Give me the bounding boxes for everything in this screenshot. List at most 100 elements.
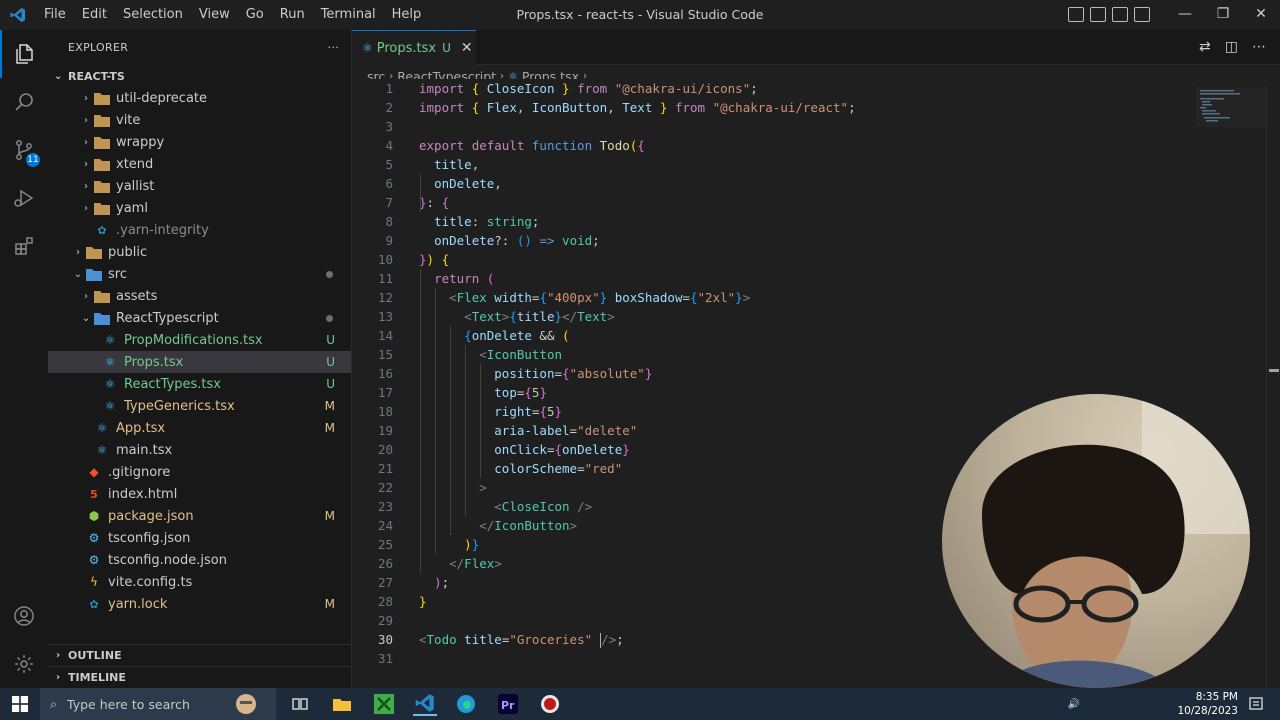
- tab-close-icon[interactable]: ✕: [461, 40, 473, 56]
- explorer-item[interactable]: ✿ yarn.lock M: [48, 593, 351, 615]
- explorer-item[interactable]: › yallist: [48, 175, 351, 197]
- customize-layout-icon[interactable]: [1134, 7, 1150, 22]
- explorer-item[interactable]: ⌄ src: [48, 263, 351, 285]
- explorer-item[interactable]: ⌄ ReactTypescript: [48, 307, 351, 329]
- explorer-item[interactable]: › wrappy: [48, 131, 351, 153]
- menu-file[interactable]: File: [36, 0, 74, 30]
- source-control-icon[interactable]: 11: [0, 126, 48, 174]
- close-window-button[interactable]: ✕: [1242, 0, 1280, 30]
- vscode-taskbar-icon[interactable]: [413, 692, 437, 716]
- workspace-root[interactable]: ⌄ REACT-TS: [48, 65, 351, 87]
- git-status-badge: M: [324, 597, 335, 611]
- explorer-item-label: App.tsx: [116, 420, 166, 436]
- explorer-item[interactable]: ⚛ main.tsx: [48, 439, 351, 461]
- explorer-item[interactable]: 5 index.html: [48, 483, 351, 505]
- explorer-icon[interactable]: [0, 30, 48, 78]
- toggle-panel-icon[interactable]: [1090, 7, 1106, 22]
- explorer-item-label: TypeGenerics.tsx: [124, 398, 235, 414]
- menu-run[interactable]: Run: [272, 0, 313, 30]
- tab-props-tsx[interactable]: ⚛ Props.tsx U ✕: [352, 30, 476, 65]
- open-changes-icon[interactable]: ⇄: [1199, 39, 1211, 55]
- code-line: 1 import { CloseIcon } from "@chakra-ui/i…: [385, 81, 758, 96]
- explorer-item-label: yarn.lock: [108, 596, 168, 612]
- more-actions-icon[interactable]: ⋯: [1252, 39, 1266, 55]
- explorer-item-label: util-deprecate: [116, 90, 208, 106]
- notifications-icon[interactable]: [1244, 692, 1268, 716]
- explorer-item[interactable]: ⬢ package.json M: [48, 505, 351, 527]
- chevron-right-icon: ›: [84, 158, 88, 170]
- explorer-title: EXPLORER: [68, 41, 129, 54]
- obs-icon[interactable]: [538, 692, 562, 716]
- git-status-badge: U: [326, 355, 335, 369]
- explorer-item[interactable]: ⚙ tsconfig.json: [48, 527, 351, 549]
- explorer-more-actions[interactable]: ···: [328, 41, 339, 54]
- explorer-item[interactable]: ⚛ ReactTypes.tsx U: [48, 373, 351, 395]
- menu-go[interactable]: Go: [238, 0, 272, 30]
- layout-controls: [1068, 7, 1150, 22]
- explorer-item[interactable]: › public: [48, 241, 351, 263]
- chevron-right-icon: ›: [84, 290, 88, 302]
- editor-scrollbar[interactable]: [1266, 87, 1280, 688]
- task-view-icon[interactable]: [288, 692, 312, 716]
- explorer-item[interactable]: ◆ .gitignore: [48, 461, 351, 483]
- menu-terminal[interactable]: Terminal: [313, 0, 384, 30]
- minimap[interactable]: [1196, 87, 1266, 147]
- chevron-down-icon: ⌄: [54, 70, 63, 82]
- menu-help[interactable]: Help: [384, 0, 430, 30]
- person-image: [982, 394, 1250, 688]
- explorer-item[interactable]: › xtend: [48, 153, 351, 175]
- maximize-button[interactable]: ❐: [1204, 0, 1242, 30]
- explorer-item-label: yallist: [116, 178, 155, 194]
- explorer-item[interactable]: ⚙ tsconfig.node.json: [48, 549, 351, 571]
- editor-actions: ⇄ ◫ ⋯: [1199, 39, 1266, 55]
- premiere-pro-icon[interactable]: Pr: [496, 692, 520, 716]
- menu-edit[interactable]: Edit: [74, 0, 115, 30]
- search-highlight-icon[interactable]: [234, 692, 258, 716]
- split-editor-icon[interactable]: ◫: [1225, 39, 1238, 55]
- run-debug-icon[interactable]: [0, 174, 48, 222]
- code-line: 15 <IconButton: [377, 347, 563, 362]
- explorer-item[interactable]: ⚛ TypeGenerics.tsx M: [48, 395, 351, 417]
- windows-start-icon[interactable]: [0, 688, 40, 720]
- folder-icon: [86, 245, 102, 259]
- edge-browser-icon[interactable]: [454, 692, 478, 716]
- explorer-item[interactable]: › vite: [48, 109, 351, 131]
- explorer-item-label: ReactTypescript: [116, 310, 219, 326]
- explorer-item[interactable]: ✿ .yarn-integrity: [48, 219, 351, 241]
- accounts-icon[interactable]: [0, 592, 48, 640]
- explorer-item-label: tsconfig.json: [108, 530, 191, 546]
- explorer-item[interactable]: ⚛ App.tsx M: [48, 417, 351, 439]
- vscode-logo-icon: [0, 0, 36, 30]
- system-tray-icons[interactable]: 🔊: [1062, 692, 1086, 716]
- explorer-item[interactable]: ϟ vite.config.ts: [48, 571, 351, 593]
- react-ts-file-icon: ⚛: [104, 377, 116, 391]
- code-line: 9 onDelete?: () => void;: [385, 233, 600, 248]
- toggle-sidebar-icon[interactable]: [1068, 7, 1084, 22]
- file-explorer-icon[interactable]: [330, 692, 354, 716]
- camtasia-icon[interactable]: [372, 692, 396, 716]
- folder-icon: [94, 201, 110, 215]
- code-line: 5 title,: [385, 157, 480, 172]
- manage-gear-icon[interactable]: [0, 640, 48, 688]
- timeline-section[interactable]: › TIMELINE: [48, 666, 352, 688]
- taskbar-clock[interactable]: 8:35 PM 10/28/2023: [1177, 690, 1238, 718]
- explorer-item[interactable]: › yaml: [48, 197, 351, 219]
- tray-icons-glyphs: 🔊: [1067, 698, 1081, 710]
- toggle-secondary-sidebar-icon[interactable]: [1112, 7, 1128, 22]
- tsconfig-file-icon: ⚙: [88, 531, 100, 545]
- explorer-item[interactable]: › util-deprecate: [48, 87, 351, 109]
- explorer-item[interactable]: › assets: [48, 285, 351, 307]
- folder-icon: [94, 179, 110, 193]
- outline-section[interactable]: › OUTLINE: [48, 644, 352, 666]
- explorer-item-label: vite.config.ts: [108, 574, 193, 590]
- search-icon[interactable]: [0, 78, 48, 126]
- chevron-down-icon: ⌄: [73, 268, 83, 280]
- folder-icon: [94, 289, 110, 303]
- explorer-item[interactable]: ⚛ PropModifications.tsx U: [48, 329, 351, 351]
- minimize-button[interactable]: —: [1166, 0, 1204, 30]
- code-line: 4 export default function Todo({: [385, 138, 645, 153]
- menu-selection[interactable]: Selection: [115, 0, 191, 30]
- explorer-item[interactable]: ⚛ Props.tsx U: [48, 351, 351, 373]
- extensions-icon[interactable]: [0, 222, 48, 270]
- menu-view[interactable]: View: [191, 0, 238, 30]
